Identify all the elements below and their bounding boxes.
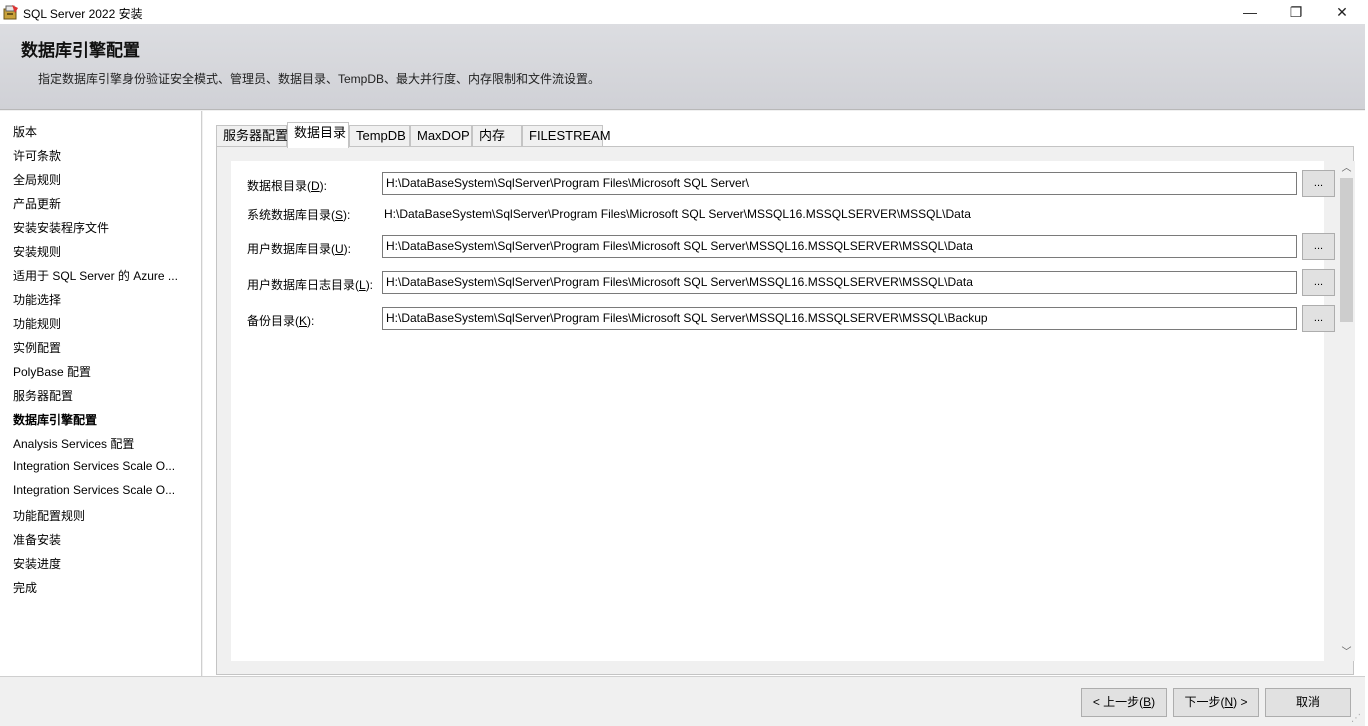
system-db-value: H:\DataBaseSystem\SqlServer\Program File…: [384, 207, 971, 221]
maximize-button[interactable]: ❐: [1273, 0, 1319, 24]
scroll-up-icon[interactable]: ︿: [1338, 161, 1355, 177]
data-directories-panel: 数据根目录(D): H:\DataBaseSystem\SqlServer\Pr…: [231, 161, 1355, 661]
nav-item-feature-rules[interactable]: 功能规则: [13, 315, 193, 332]
scrollbar-thumb[interactable]: [1340, 178, 1353, 322]
footer-bar: < 上一步(B) 下一步(N) > 取消 ⋰: [0, 676, 1365, 726]
nav-item-global-rules[interactable]: 全局规则: [13, 171, 193, 188]
nav-item-complete[interactable]: 完成: [13, 579, 193, 596]
close-button[interactable]: ✕: [1319, 0, 1365, 24]
next-button[interactable]: 下一步(N) >: [1173, 688, 1259, 717]
nav-item-polybase-config[interactable]: PolyBase 配置: [13, 363, 193, 380]
data-root-browse-button[interactable]: ...: [1302, 170, 1335, 197]
scroll-down-icon[interactable]: ﹀: [1338, 645, 1355, 661]
nav-item-server-config[interactable]: 服务器配置: [13, 387, 193, 404]
user-db-browse-button[interactable]: ...: [1302, 233, 1335, 260]
page-description: 指定数据库引擎身份验证安全模式、管理员、数据目录、TempDB、最大并行度、内存…: [38, 72, 601, 86]
nav-item-install-rules[interactable]: 安装规则: [13, 243, 193, 260]
nav-item-install-progress[interactable]: 安装进度: [13, 555, 193, 572]
data-root-label: 数据根目录(D):: [247, 179, 328, 193]
nav-item-feature-config-rules[interactable]: 功能配置规则: [13, 507, 193, 524]
tab-tempdb[interactable]: TempDB: [349, 125, 410, 147]
page-title: 数据库引擎配置: [21, 41, 140, 60]
user-db-label: 用户数据库目录(U):: [247, 242, 352, 256]
cancel-button[interactable]: 取消: [1265, 688, 1351, 717]
tab-memory[interactable]: 内存: [472, 125, 522, 147]
backup-browse-button[interactable]: ...: [1302, 305, 1335, 332]
nav-item-edition[interactable]: 版本: [13, 123, 193, 140]
resize-grip-icon[interactable]: ⋰: [1351, 713, 1361, 724]
nav-item-analysis-services[interactable]: Analysis Services 配置: [13, 435, 193, 452]
window-title: SQL Server 2022 安装: [23, 7, 143, 21]
vertical-scrollbar[interactable]: ︿ ﹀: [1338, 161, 1355, 661]
system-db-label: 系统数据库目录(S):: [247, 208, 351, 222]
nav-item-azure-extension[interactable]: 适用于 SQL Server 的 Azure ...: [13, 267, 193, 284]
minimize-button[interactable]: —: [1227, 0, 1273, 24]
tab-server-config[interactable]: 服务器配置: [216, 125, 288, 147]
nav-item-integration-scale-worker[interactable]: Integration Services Scale O...: [13, 483, 193, 497]
setup-steps-nav: 版本 许可条款 全局规则 产品更新 安装安装程序文件 安装规则 适用于 SQL …: [0, 111, 202, 676]
user-log-browse-button[interactable]: ...: [1302, 269, 1335, 296]
nav-item-instance-config[interactable]: 实例配置: [13, 339, 193, 356]
nav-item-db-engine-config[interactable]: 数据库引擎配置: [13, 411, 193, 428]
tab-filestream[interactable]: FILESTREAM: [522, 125, 611, 147]
nav-item-install-setup-files[interactable]: 安装安装程序文件: [13, 219, 193, 236]
user-log-input[interactable]: H:\DataBaseSystem\SqlServer\Program File…: [382, 271, 1297, 294]
tab-data-directories[interactable]: 数据目录: [287, 122, 349, 148]
main-content: 服务器配置 数据目录 TempDB MaxDOP 内存 FILESTREAM 数…: [203, 111, 1365, 676]
nav-item-feature-selection[interactable]: 功能选择: [13, 291, 193, 308]
nav-item-product-updates[interactable]: 产品更新: [13, 195, 193, 212]
tab-maxdop[interactable]: MaxDOP: [410, 125, 472, 147]
user-db-input[interactable]: H:\DataBaseSystem\SqlServer\Program File…: [382, 235, 1297, 258]
backup-input[interactable]: H:\DataBaseSystem\SqlServer\Program File…: [382, 307, 1297, 330]
back-button[interactable]: < 上一步(B): [1081, 688, 1167, 717]
data-root-input[interactable]: H:\DataBaseSystem\SqlServer\Program File…: [382, 172, 1297, 195]
tab-panel-data-directories: 数据根目录(D): H:\DataBaseSystem\SqlServer\Pr…: [216, 146, 1355, 675]
nav-item-license[interactable]: 许可条款: [13, 147, 193, 164]
window-titlebar: SQL Server 2022 安装 — ❐ ✕: [0, 0, 1368, 24]
nav-item-ready-to-install[interactable]: 准备安装: [13, 531, 193, 548]
backup-label: 备份目录(K):: [247, 314, 315, 328]
user-log-label: 用户数据库日志目录(L):: [247, 278, 374, 292]
sql-setup-icon: [3, 5, 18, 20]
nav-item-integration-scale-master[interactable]: Integration Services Scale O...: [13, 459, 193, 473]
page-header: 数据库引擎配置 指定数据库引擎身份验证安全模式、管理员、数据目录、TempDB、…: [0, 24, 1368, 110]
